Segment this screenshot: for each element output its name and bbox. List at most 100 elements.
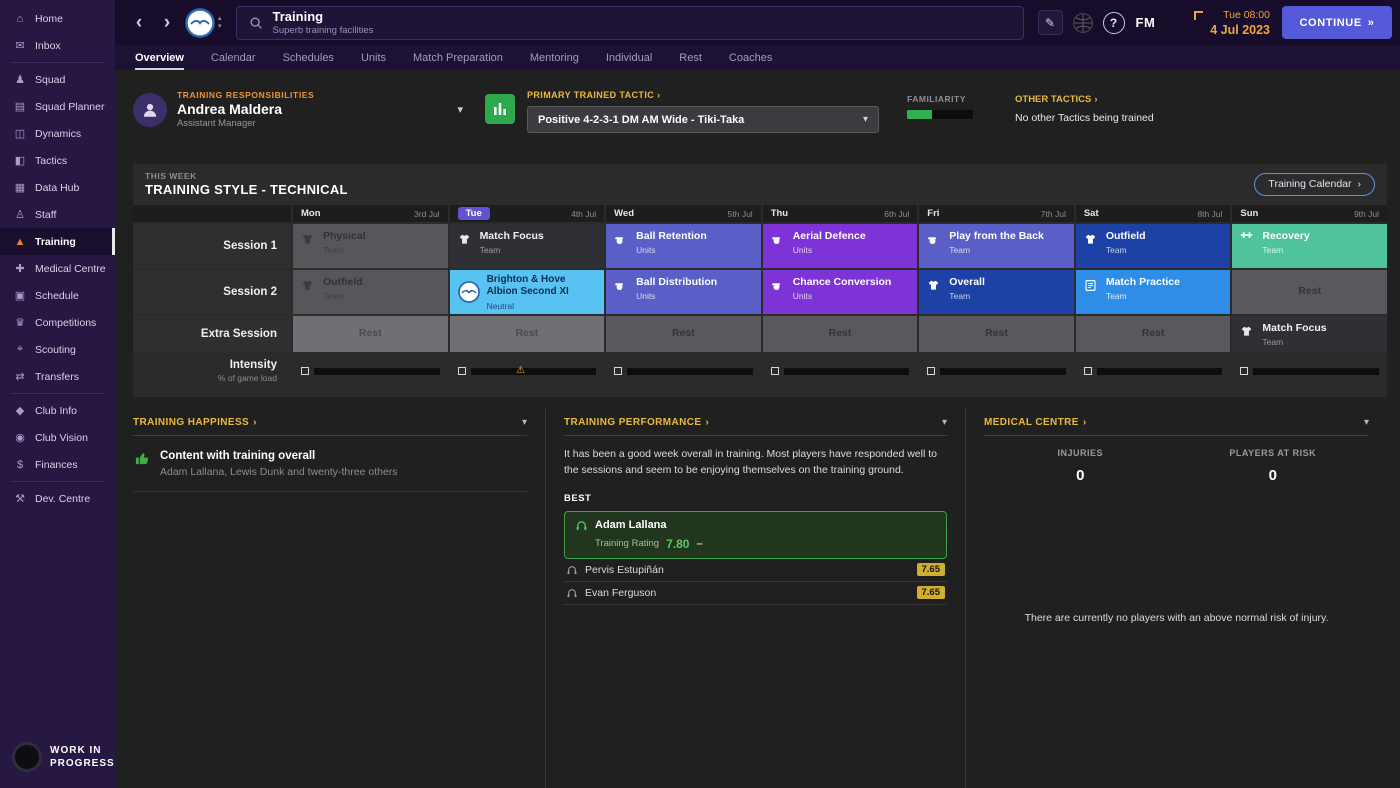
primary-tactic-select[interactable]: Positive 4-2-3-1 DM AM Wide - Tiki-Taka … [527, 106, 879, 133]
training-style-title: TRAINING STYLE - TECHNICAL [145, 182, 348, 197]
day-header-tue: Tue 4th Jul [449, 205, 605, 222]
rest-label: Rest [672, 327, 695, 340]
sidebar-item-dev-centre[interactable]: ⚒ Dev. Centre [0, 485, 115, 512]
extra-wed-rest[interactable]: Rest [606, 316, 761, 352]
sidebar-item-club-info[interactable]: ◆ Club Info [0, 397, 115, 424]
chevron-down-icon[interactable]: ▾ [457, 103, 463, 116]
extra-thu-rest[interactable]: Rest [762, 316, 918, 352]
session-subtitle: Units [792, 245, 813, 256]
happiness-title-link[interactable]: TRAINING HAPPINESS › [133, 417, 257, 428]
session1-fri[interactable]: Play from the Back Team [919, 224, 1074, 268]
medical-title-link[interactable]: MEDICAL CENTRE › [984, 417, 1087, 428]
session-subtitle: Team [949, 291, 971, 302]
sidebar-item-transfers[interactable]: ⇄ Transfers [0, 363, 115, 390]
tab-calendar[interactable]: Calendar [211, 45, 256, 70]
sidebar-item-data-hub[interactable]: ▦ Data Hub [0, 174, 115, 201]
session2-thu[interactable]: Chance Conversion Units [762, 270, 918, 314]
back-button[interactable]: ‹ [125, 13, 153, 32]
tab-mentoring[interactable]: Mentoring [530, 45, 579, 70]
tab-rest[interactable]: Rest [679, 45, 702, 70]
training-calendar-button[interactable]: Training Calendar › [1254, 172, 1375, 196]
best-player-card[interactable]: Adam Lallana Training Rating 7.80 – [564, 510, 947, 559]
sidebar-item-inbox[interactable]: ✉ Inbox [0, 32, 115, 59]
session2-wed[interactable]: Ball Distribution Units [606, 270, 761, 314]
performance-title-link[interactable]: TRAINING PERFORMANCE › [564, 417, 709, 428]
tab-units[interactable]: Units [361, 45, 386, 70]
tab-schedules[interactable]: Schedules [283, 45, 334, 70]
session-subtitle: Team [323, 245, 344, 256]
sidebar-item-scouting[interactable]: ⌖ Scouting [0, 336, 115, 363]
intensity-wed [606, 354, 761, 388]
fm-menu-button[interactable]: FM [1136, 15, 1156, 30]
familiarity-bar [907, 110, 973, 119]
session2-sun-rest[interactable]: Rest [1232, 270, 1387, 314]
sidebar-item-label: Training [35, 235, 76, 248]
session1-mon[interactable]: Physical Team [293, 224, 448, 268]
this-week-tag: THIS WEEK [145, 171, 197, 181]
session1-wed[interactable]: Ball Retention Units [606, 224, 761, 268]
tab-match-preparation[interactable]: Match Preparation [413, 45, 503, 70]
primary-tactic-link[interactable]: PRIMARY TRAINED TACTIC › [527, 90, 879, 100]
sidebar-item-label: Finances [35, 458, 78, 471]
extra-mon-rest[interactable]: Rest [293, 316, 448, 352]
continue-button[interactable]: CONTINUE » [1282, 6, 1392, 39]
extra-sat-rest[interactable]: Rest [1075, 316, 1231, 352]
sidebar-item-home[interactable]: ⌂ Home [0, 5, 115, 32]
home-icon: ⌂ [16, 12, 24, 25]
session1-thu[interactable]: Aerial Defence Units [762, 224, 918, 268]
pencil-icon: ✎ [1044, 15, 1056, 30]
sidebar-item-dynamics[interactable]: ◫ Dynamics [0, 120, 115, 147]
match-title: Brighton & Hove Albion Second XI [486, 273, 569, 298]
session2-mon[interactable]: Outfield Team [293, 270, 448, 314]
world-button[interactable] [1072, 12, 1094, 34]
happiness-item[interactable]: Content with training overall Adam Lalla… [133, 436, 527, 492]
session1-sat[interactable]: Outfield Team [1075, 224, 1231, 268]
extra-fri-rest[interactable]: Rest [919, 316, 1074, 352]
session1-sun[interactable]: ✚✚ Recovery Team [1232, 224, 1387, 268]
session2-sat[interactable]: Match Practice Team [1075, 270, 1231, 314]
training-responsibilities-dropdown[interactable]: TRAINING RESPONSIBILITIES Andrea Maldera… [133, 90, 485, 129]
sidebar-item-finances[interactable]: $ Finances [0, 451, 115, 478]
other-tactics-link[interactable]: OTHER TACTICS › [1015, 94, 1154, 105]
rest-label: Rest [828, 327, 852, 340]
performance-player-row[interactable]: Evan Ferguson 7.65 [564, 582, 947, 605]
collapse-chevron-icon[interactable]: ▾ [1364, 417, 1369, 428]
match-venue: Neutral [486, 300, 514, 311]
club-badge-icon [185, 7, 215, 38]
extra-tue-rest[interactable]: Rest [449, 316, 605, 352]
club-switcher-carets-icon[interactable]: ▴ ▾ [218, 15, 222, 30]
collapse-chevron-icon[interactable]: ▾ [942, 417, 947, 428]
sidebar-item-tactics[interactable]: ◧ Tactics [0, 147, 115, 174]
sidebar-item-squad[interactable]: ♟ Squad [0, 66, 115, 93]
sidebar-item-squad-planner[interactable]: ▤ Squad Planner [0, 93, 115, 120]
sidebar-item-training[interactable]: ▲ Training [0, 228, 115, 255]
forward-button[interactable]: › [153, 13, 181, 32]
match-practice-board-icon [1084, 276, 1099, 308]
tab-overview[interactable]: Overview [135, 45, 184, 70]
sidebar-item-staff[interactable]: ♙ Staff [0, 201, 115, 228]
title-search-bar[interactable]: Training Superb training facilities [235, 5, 1024, 40]
players-at-risk-value: 0 [1268, 467, 1277, 484]
club-badge-button[interactable]: ▴ ▾ [185, 7, 222, 38]
tab-coaches[interactable]: Coaches [729, 45, 772, 70]
session1-tue[interactable]: Match Focus Team [449, 224, 605, 268]
best-player-name: Adam Lallana [595, 519, 667, 532]
sidebar-item-club-vision[interactable]: ◉ Club Vision [0, 424, 115, 451]
intensity-track [314, 367, 440, 375]
session-subtitle: Units [636, 245, 656, 256]
session2-tue-match[interactable]: Brighton & Hove Albion Second XI Neutral [449, 270, 605, 314]
edit-pencil-button[interactable]: ✎ [1037, 10, 1063, 35]
sidebar-item-medical-centre[interactable]: ✚ Medical Centre [0, 255, 115, 282]
help-button[interactable]: ? [1102, 11, 1125, 34]
performance-player-row[interactable]: Pervis Estupiñán 7.65 [564, 559, 947, 582]
chevron-right-icon: › [1094, 94, 1098, 105]
sidebar-item-competitions[interactable]: ♛ Competitions [0, 309, 115, 336]
whistle-icon [771, 276, 786, 308]
intensity-tue: ⚠ [450, 354, 605, 388]
tab-individual[interactable]: Individual [606, 45, 652, 70]
collapse-chevron-icon[interactable]: ▾ [522, 417, 527, 428]
session2-fri[interactable]: Overall Team [919, 270, 1074, 314]
sidebar-item-schedule[interactable]: ▣ Schedule [0, 282, 115, 309]
extra-sun[interactable]: Match Focus Team [1232, 316, 1387, 352]
jersey-icon [1240, 322, 1255, 346]
